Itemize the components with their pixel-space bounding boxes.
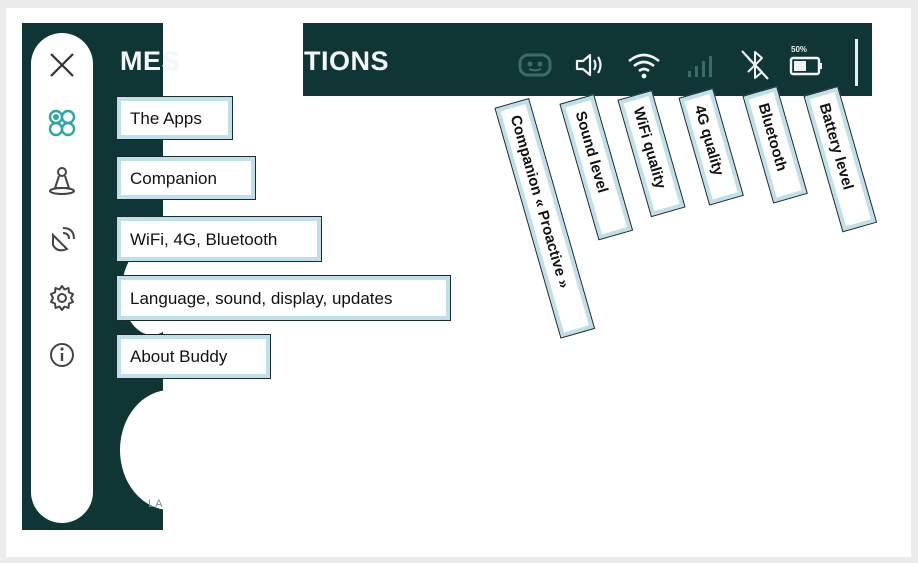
app-content-shape — [120, 390, 220, 510]
gear-icon[interactable] — [47, 283, 77, 313]
cellular-signal-icon[interactable] — [683, 48, 719, 82]
page-title-left: MES — [120, 46, 181, 76]
callout-connectivity: WiFi, 4G, Bluetooth — [116, 216, 322, 262]
info-icon[interactable] — [47, 340, 77, 370]
header-divider — [855, 39, 858, 86]
close-icon[interactable] — [47, 50, 77, 80]
connectivity-icon[interactable] — [47, 225, 77, 255]
page-title-right: TIONS — [304, 46, 390, 76]
callout-the-apps: The Apps — [116, 96, 233, 140]
header-occlusion — [163, 23, 303, 96]
companion-icon[interactable] — [47, 166, 77, 196]
speaker-icon[interactable] — [572, 48, 608, 82]
bluetooth-off-icon[interactable] — [737, 48, 773, 82]
callout-about: About Buddy — [116, 334, 271, 379]
wifi-icon[interactable] — [626, 48, 662, 82]
side-menu — [31, 33, 93, 523]
battery-icon[interactable] — [789, 48, 825, 82]
callout-settings: Language, sound, display, updates — [116, 275, 451, 321]
truncated-label: LA — [148, 498, 164, 510]
companion-face-icon[interactable] — [517, 48, 553, 82]
apps-icon[interactable] — [47, 108, 77, 138]
callout-companion: Companion — [116, 156, 256, 200]
